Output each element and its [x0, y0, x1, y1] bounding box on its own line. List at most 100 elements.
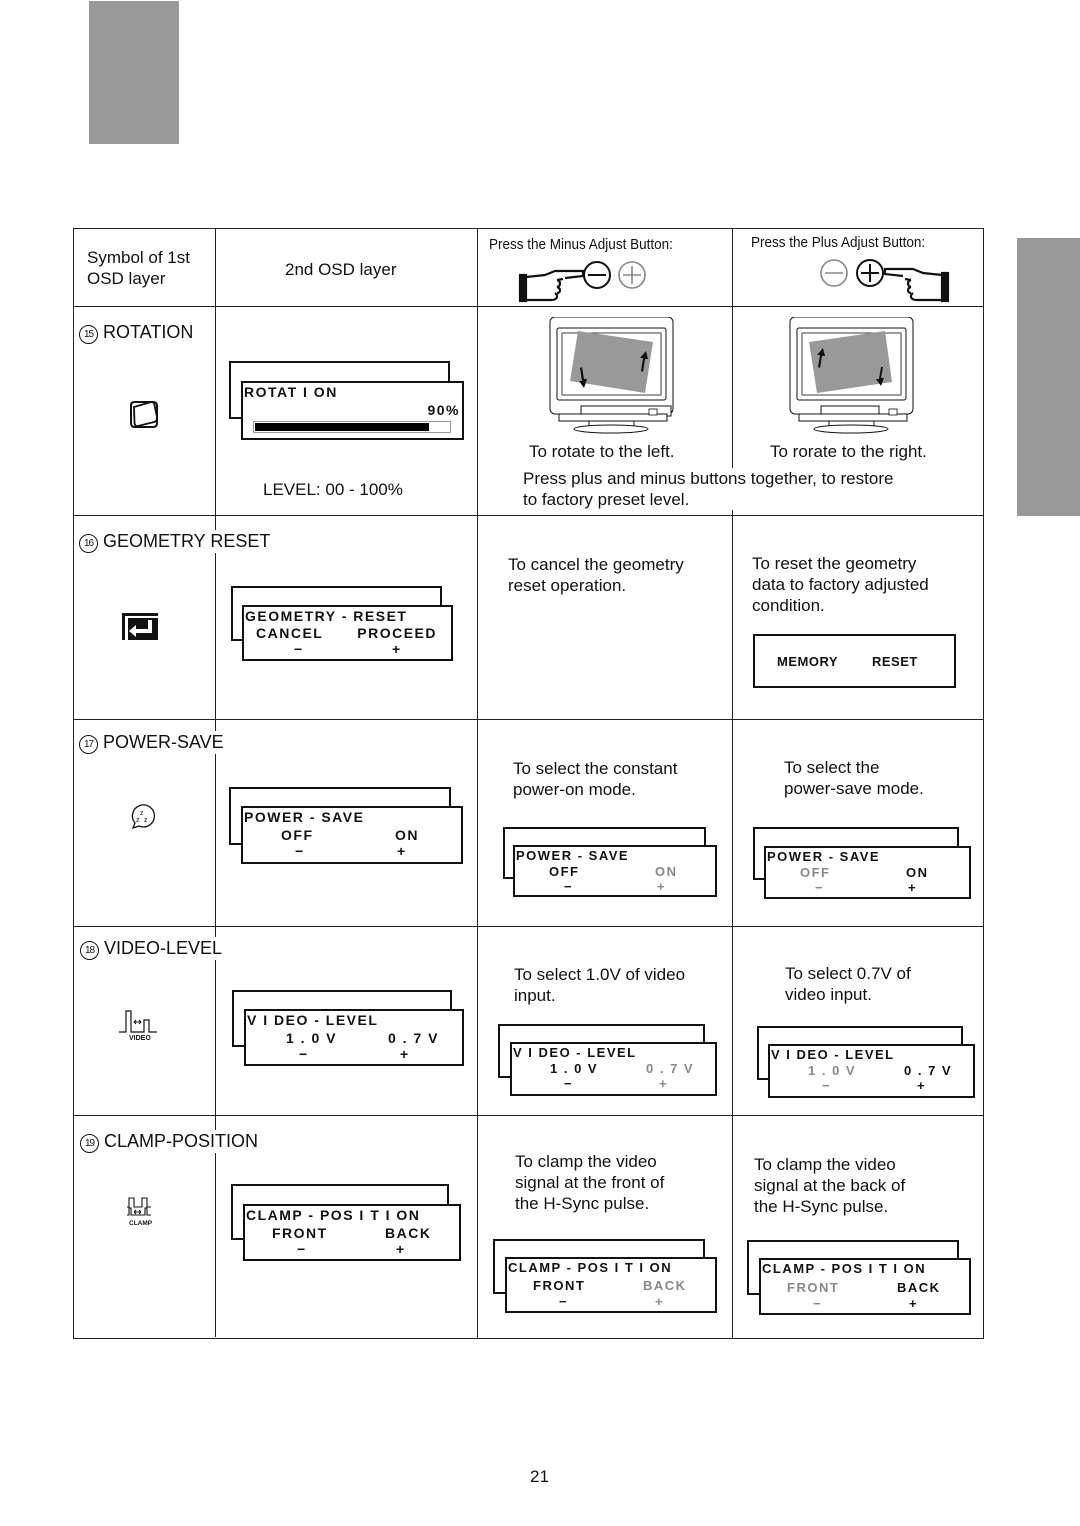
- osd-title: V I DEO - LEVEL: [247, 1012, 379, 1028]
- divider: [74, 1115, 983, 1116]
- osd-power-save-on-result: POWER - SAVE OFF ON − +: [764, 846, 971, 899]
- osd-video-level-window: V I DEO - LEVEL 1 . 0 V 0 . 7 V − +: [244, 1009, 464, 1066]
- header-2nd-osd-layer: 2nd OSD layer: [285, 260, 397, 279]
- osd-function-table: Symbol of 1st OSD layer 2nd OSD layer Pr…: [73, 228, 984, 1339]
- text-line: signal at the front of: [515, 1173, 665, 1192]
- divider: [215, 306, 216, 1337]
- text-line: To select 1.0V of video: [514, 965, 686, 984]
- row-number-badge: 15: [79, 325, 98, 344]
- divider: [74, 719, 983, 720]
- osd-title: POWER - SAVE: [244, 809, 365, 825]
- video-icon-label: VIDEO: [129, 1035, 151, 1041]
- power-save-description: To select the power-save mode.: [784, 757, 924, 799]
- osd-option-off: OFF: [549, 864, 580, 879]
- text-line: To cancel the geometry: [508, 555, 684, 574]
- text-line: To reset the geometry: [752, 554, 917, 573]
- osd-clamp-position-window: CLAMP - POS I T I ON FRONT BACK − +: [243, 1204, 461, 1261]
- osd-option-back: BACK: [385, 1225, 432, 1241]
- row-title-text: GEOMETRY RESET: [103, 531, 271, 551]
- row-title-text: ROTATION: [103, 322, 194, 342]
- header-line: OSD layer: [87, 269, 166, 288]
- memory-reset-box: MEMORY RESET: [753, 634, 956, 688]
- divider: [74, 926, 983, 927]
- sleep-zzz-icon: z z z: [131, 804, 156, 830]
- rotation-icon: [130, 401, 158, 428]
- minus-circle-icon: [583, 261, 611, 289]
- geometry-cancel-description: To cancel the geometry reset operation.: [508, 554, 684, 596]
- enter-return-icon: [122, 613, 158, 640]
- row-title-video-level: 18 VIDEO-LEVEL: [80, 937, 225, 960]
- osd-title: CLAMP - POS I T I ON: [246, 1207, 421, 1223]
- rotate-left-caption: To rotate to the left.: [529, 442, 675, 461]
- osd-option-back: BACK: [643, 1278, 687, 1293]
- osd-plus-sign: +: [659, 1076, 669, 1091]
- plus-circle-icon: [618, 261, 646, 289]
- osd-option-07v: 0 . 7 V: [388, 1030, 439, 1046]
- clamp-icon: CLAMP: [127, 1197, 153, 1227]
- osd-title: POWER - SAVE: [767, 849, 881, 864]
- osd-option-back: BACK: [897, 1280, 941, 1295]
- header-minus-button: Press the Minus Adjust Button:: [489, 236, 673, 253]
- osd-plus-sign: +: [917, 1078, 927, 1093]
- osd-option-1v: 1 . 0 V: [550, 1061, 599, 1076]
- text-line: To select the constant: [513, 759, 678, 778]
- osd-option-front: FRONT: [787, 1280, 840, 1295]
- page-number: 21: [530, 1467, 549, 1486]
- osd-minus-sign: −: [822, 1078, 832, 1093]
- text-line: input.: [514, 986, 556, 1005]
- osd-plus-sign: +: [396, 1241, 406, 1257]
- row-title-power-save: 17 POWER-SAVE: [79, 731, 226, 754]
- osd-option-proceed: PROCEED: [357, 625, 437, 641]
- osd-value: 90%: [427, 402, 460, 418]
- text-line: power-on mode.: [513, 780, 636, 799]
- row-title-text: CLAMP-POSITION: [104, 1131, 259, 1151]
- svg-text:z: z: [140, 810, 144, 817]
- osd-plus-sign: +: [397, 843, 407, 859]
- gray-tab-marker-right: [1017, 238, 1080, 516]
- pointing-hand-icon: [518, 269, 585, 303]
- osd-option-on: ON: [655, 864, 678, 879]
- osd-option-front: FRONT: [272, 1225, 328, 1241]
- minus-press-illustration: [518, 261, 646, 303]
- text-line: To clamp the video: [515, 1152, 657, 1171]
- clamp-icon-label: CLAMP: [129, 1220, 153, 1227]
- geometry-reset-description: To reset the geometry data to factory ad…: [752, 553, 929, 616]
- osd-rotation-window: ROTAT I ON 90%: [241, 381, 464, 440]
- divider: [74, 515, 983, 516]
- rotation-level-range: LEVEL: 00 - 100%: [263, 480, 403, 499]
- video-level-icon: VIDEO: [119, 1010, 157, 1041]
- osd-option-1v: 1 . 0 V: [286, 1030, 337, 1046]
- plus-press-illustration: [820, 259, 950, 303]
- row-title-clamp-position: 19 CLAMP-POSITION: [80, 1130, 261, 1153]
- memory-label: MEMORY: [777, 654, 839, 669]
- osd-title: V I DEO - LEVEL: [513, 1045, 637, 1060]
- osd-plus-sign: +: [655, 1294, 665, 1309]
- header-plus-button: Press the Plus Adjust Button:: [751, 234, 926, 251]
- header-symbol-1st-osd: Symbol of 1st OSD layer: [87, 247, 190, 289]
- osd-title: CLAMP - POS I T I ON: [508, 1260, 673, 1275]
- osd-option-on: ON: [906, 865, 929, 880]
- osd-plus-sign: +: [657, 879, 667, 894]
- osd-minus-sign: −: [559, 1294, 569, 1309]
- row-title-text: POWER-SAVE: [103, 732, 224, 752]
- rotation-level-bar[interactable]: [253, 421, 451, 433]
- divider: [477, 229, 478, 1339]
- row-number-badge: 19: [80, 1134, 99, 1153]
- text-line: the H-Sync pulse.: [754, 1197, 889, 1216]
- rotation-restore-note: Press plus and minus buttons together, t…: [523, 468, 898, 510]
- rotate-right-caption: To rorate to the right.: [770, 442, 927, 461]
- osd-title: POWER - SAVE: [516, 848, 630, 863]
- power-on-description: To select the constant power-on mode.: [513, 758, 677, 800]
- row-title-rotation: 15 ROTATION: [79, 321, 196, 344]
- header-line: Symbol of 1st: [87, 248, 190, 267]
- osd-title: GEOMETRY - RESET: [245, 608, 408, 624]
- monitor-rotate-left-illustration: [549, 317, 674, 434]
- svg-text:z: z: [136, 817, 140, 824]
- osd-minus-sign: −: [299, 1046, 309, 1062]
- text-line: the H-Sync pulse.: [515, 1194, 650, 1213]
- osd-title: ROTAT I ON: [244, 384, 338, 400]
- text-line: To select 0.7V of: [785, 964, 911, 983]
- text-line: reset operation.: [508, 576, 627, 595]
- osd-minus-sign: −: [295, 843, 305, 859]
- note-line: to factory preset level.: [523, 490, 690, 509]
